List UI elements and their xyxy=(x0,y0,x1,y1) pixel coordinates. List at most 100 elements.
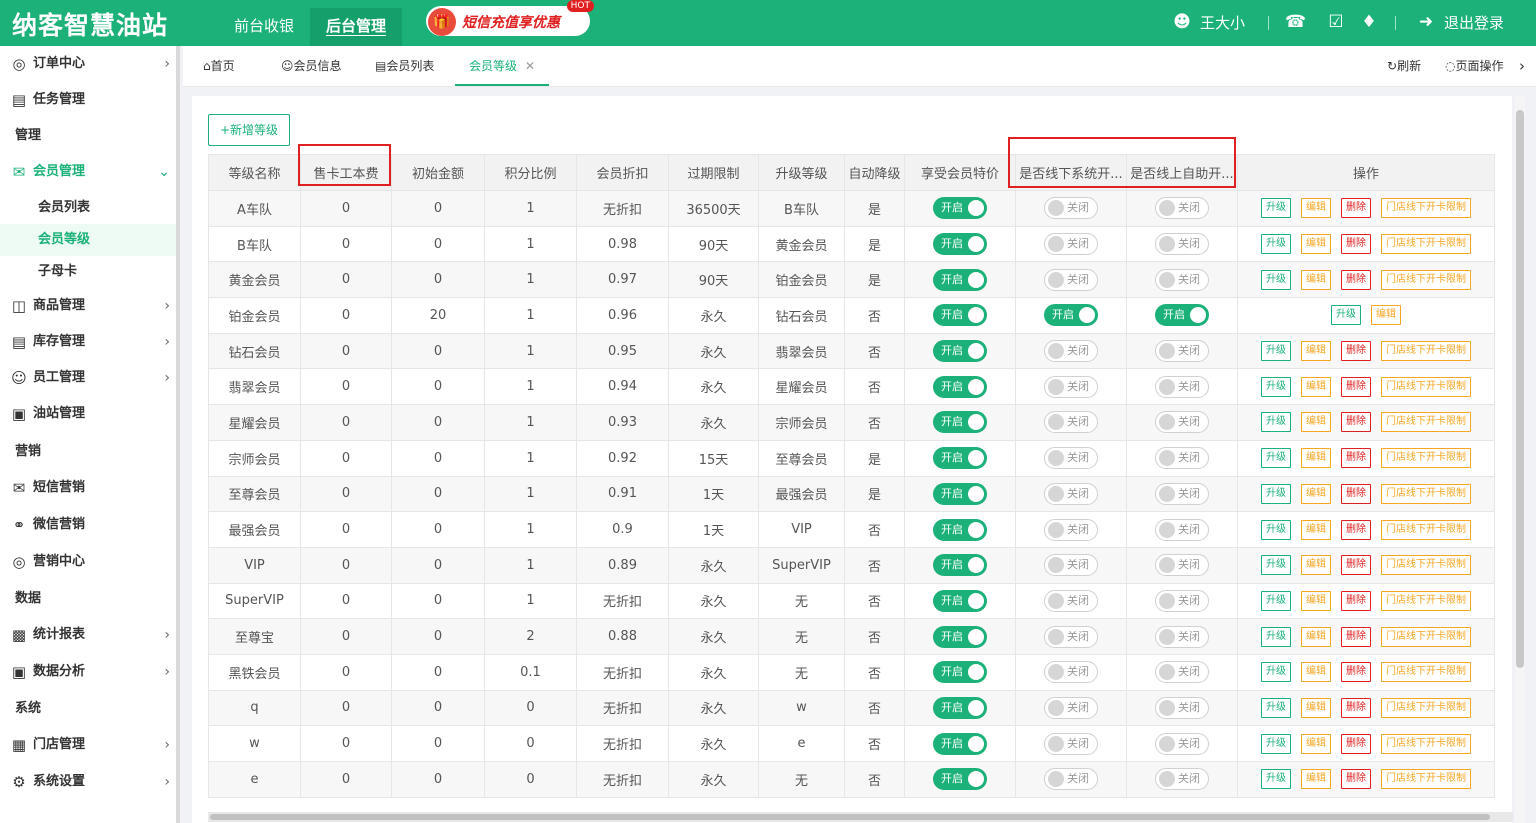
toggle-switch[interactable]: 开启 xyxy=(933,554,987,577)
nav-front-cashier[interactable]: 前台收银 xyxy=(218,8,310,46)
toggle-switch[interactable]: 关闭 xyxy=(1155,554,1209,577)
scrollbar-thumb[interactable] xyxy=(1516,110,1524,668)
toggle-switch[interactable]: 关闭 xyxy=(1044,696,1098,719)
toggle-switch[interactable]: 关闭 xyxy=(1155,197,1209,220)
toggle-switch[interactable]: 关闭 xyxy=(1044,768,1098,791)
edit-button[interactable]: 编辑 xyxy=(1301,412,1331,433)
store-limit-button[interactable]: 门店线下开卡限制 xyxy=(1381,341,1471,362)
upgrade-button[interactable]: 升级 xyxy=(1261,590,1291,611)
sidebar-scrollbar[interactable] xyxy=(176,46,180,823)
toggle-switch[interactable]: 关闭 xyxy=(1155,375,1209,398)
upgrade-button[interactable]: 升级 xyxy=(1261,234,1291,255)
toggle-switch[interactable]: 开启 xyxy=(933,696,987,719)
delete-button[interactable]: 删除 xyxy=(1341,733,1371,754)
delete-button[interactable]: 删除 xyxy=(1341,483,1371,504)
delete-button[interactable]: 删除 xyxy=(1341,519,1371,540)
sidebar-item-tasks[interactable]: ▤ 任务管理 xyxy=(0,82,176,118)
toggle-switch[interactable]: 开启 xyxy=(933,197,987,220)
sidebar-sub-parent-child-card[interactable]: 子母卡 xyxy=(0,256,176,288)
toggle-switch[interactable]: 开启 xyxy=(933,375,987,398)
toggle-switch[interactable]: 开启 xyxy=(933,411,987,434)
user-name[interactable]: 王大小 xyxy=(1200,0,1245,46)
store-limit-button[interactable]: 门店线下开卡限制 xyxy=(1381,590,1471,611)
add-level-button[interactable]: +新增等级 xyxy=(208,114,290,146)
upgrade-button[interactable]: 升级 xyxy=(1261,733,1291,754)
toggle-switch[interactable]: 关闭 xyxy=(1044,518,1098,541)
edit-button[interactable]: 编辑 xyxy=(1301,555,1331,576)
sidebar-item-staff[interactable]: ☺ 员工管理 › xyxy=(0,360,176,396)
toggle-switch[interactable]: 开启 xyxy=(933,482,987,505)
toggle-switch[interactable]: 开启 xyxy=(1155,304,1209,327)
sidebar-item-settings[interactable]: ⚙ 系统设置 › xyxy=(0,764,176,800)
upgrade-button[interactable]: 升级 xyxy=(1261,662,1291,683)
upgrade-button[interactable]: 升级 xyxy=(1261,483,1291,504)
toggle-switch[interactable]: 关闭 xyxy=(1155,661,1209,684)
toggle-switch[interactable]: 开启 xyxy=(933,233,987,256)
toggle-switch[interactable]: 关闭 xyxy=(1155,411,1209,434)
delete-button[interactable]: 删除 xyxy=(1341,269,1371,290)
toggle-switch[interactable]: 开启 xyxy=(1044,304,1098,327)
store-limit-button[interactable]: 门店线下开卡限制 xyxy=(1381,269,1471,290)
sidebar-item-orders[interactable]: ◎ 订单中心 › xyxy=(0,46,176,82)
edit-button[interactable]: 编辑 xyxy=(1301,483,1331,504)
toggle-switch[interactable]: 关闭 xyxy=(1155,233,1209,256)
store-limit-button[interactable]: 门店线下开卡限制 xyxy=(1381,412,1471,433)
edit-button[interactable]: 编辑 xyxy=(1301,626,1331,647)
edit-button[interactable]: 编辑 xyxy=(1301,376,1331,397)
edit-button[interactable]: 编辑 xyxy=(1301,519,1331,540)
upgrade-button[interactable]: 升级 xyxy=(1261,341,1291,362)
edit-button[interactable]: 编辑 xyxy=(1301,198,1331,219)
upgrade-button[interactable]: 升级 xyxy=(1261,269,1291,290)
store-limit-button[interactable]: 门店线下开卡限制 xyxy=(1381,697,1471,718)
store-limit-button[interactable]: 门店线下开卡限制 xyxy=(1381,733,1471,754)
delete-button[interactable]: 删除 xyxy=(1341,412,1371,433)
sidebar-item-wechat[interactable]: ⚭ 微信营销 xyxy=(0,507,176,543)
toggle-switch[interactable]: 关闭 xyxy=(1044,268,1098,291)
toggle-switch[interactable]: 开启 xyxy=(933,340,987,363)
upgrade-button[interactable]: 升级 xyxy=(1261,697,1291,718)
upgrade-button[interactable]: 升级 xyxy=(1261,412,1291,433)
edit-button[interactable]: 编辑 xyxy=(1371,305,1401,326)
tab-home[interactable]: ⌂首页 xyxy=(203,46,235,86)
page-ops-button[interactable]: ◌页面操作 xyxy=(1445,46,1504,86)
toggle-switch[interactable]: 开启 xyxy=(933,447,987,470)
store-limit-button[interactable]: 门店线下开卡限制 xyxy=(1381,198,1471,219)
edit-button[interactable]: 编辑 xyxy=(1301,269,1331,290)
toggle-switch[interactable]: 关闭 xyxy=(1044,375,1098,398)
toggle-switch[interactable]: 开启 xyxy=(933,518,987,541)
edit-button[interactable]: 编辑 xyxy=(1301,234,1331,255)
delete-button[interactable]: 删除 xyxy=(1341,697,1371,718)
edit-button[interactable]: 编辑 xyxy=(1301,662,1331,683)
toggle-switch[interactable]: 关闭 xyxy=(1044,233,1098,256)
delete-button[interactable]: 删除 xyxy=(1341,769,1371,790)
horizontal-scrollbar-thumb[interactable] xyxy=(210,814,1490,820)
close-icon[interactable]: ✕ xyxy=(525,59,535,73)
toggle-switch[interactable]: 开启 xyxy=(933,625,987,648)
toggle-switch[interactable]: 关闭 xyxy=(1044,197,1098,220)
tab-member-levels[interactable]: 会员等级 ✕ xyxy=(455,46,550,86)
toggle-switch[interactable]: 开启 xyxy=(933,304,987,327)
toggle-switch[interactable]: 关闭 xyxy=(1155,518,1209,541)
store-limit-button[interactable]: 门店线下开卡限制 xyxy=(1381,234,1471,255)
edit-button[interactable]: 编辑 xyxy=(1301,769,1331,790)
upgrade-button[interactable]: 升级 xyxy=(1261,519,1291,540)
toggle-switch[interactable]: 关闭 xyxy=(1155,768,1209,791)
toggle-switch[interactable]: 关闭 xyxy=(1044,411,1098,434)
toggle-switch[interactable]: 关闭 xyxy=(1155,732,1209,755)
delete-button[interactable]: 删除 xyxy=(1341,376,1371,397)
delete-button[interactable]: 删除 xyxy=(1341,341,1371,362)
toggle-switch[interactable]: 关闭 xyxy=(1044,554,1098,577)
toggle-switch[interactable]: 关闭 xyxy=(1044,589,1098,612)
store-limit-button[interactable]: 门店线下开卡限制 xyxy=(1381,555,1471,576)
toggle-switch[interactable]: 开启 xyxy=(933,661,987,684)
toggle-switch[interactable]: 关闭 xyxy=(1044,482,1098,505)
sidebar-sub-member-list[interactable]: 会员列表 xyxy=(0,192,176,224)
toggle-switch[interactable]: 开启 xyxy=(933,768,987,791)
delete-button[interactable]: 删除 xyxy=(1341,626,1371,647)
toggle-switch[interactable]: 关闭 xyxy=(1155,482,1209,505)
toggle-switch[interactable]: 关闭 xyxy=(1155,268,1209,291)
toggle-switch[interactable]: 关闭 xyxy=(1044,625,1098,648)
toggle-switch[interactable]: 关闭 xyxy=(1155,447,1209,470)
sidebar-item-analysis[interactable]: ▣ 数据分析 › xyxy=(0,654,176,690)
sidebar-item-stores[interactable]: ▦ 门店管理 › xyxy=(0,727,176,763)
